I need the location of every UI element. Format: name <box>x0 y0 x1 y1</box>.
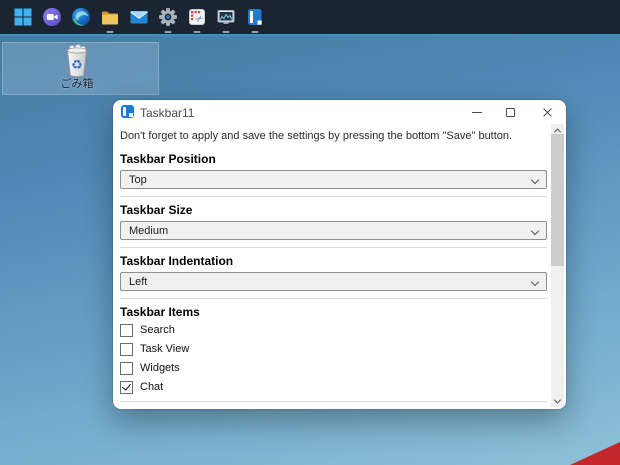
save-notice-text: Don't forget to apply and save the setti… <box>120 130 547 144</box>
running-indicator <box>164 31 171 34</box>
window-titlebar[interactable]: Taskbar11 <box>113 100 566 124</box>
recycle-bin-label: ごみ箱 <box>42 78 112 90</box>
search-checkbox-label: Search <box>140 324 175 336</box>
teams-chat-icon <box>42 7 62 27</box>
mail-button[interactable] <box>124 0 153 35</box>
recycle-bin-icon: ♻ <box>62 44 92 78</box>
minimize-button[interactable] <box>462 102 492 122</box>
file-explorer-icon <box>100 7 120 27</box>
file-explorer-button[interactable] <box>95 0 124 35</box>
checkbox-row-chat[interactable]: Chat <box>120 380 547 394</box>
section-heading-indentation: Taskbar Indentation <box>120 254 547 268</box>
window-content: Don't forget to apply and save the setti… <box>120 124 547 409</box>
snipping-tool-button[interactable]: ✂ <box>182 0 211 35</box>
start-button[interactable] <box>8 0 37 35</box>
taskbar11-app-button[interactable] <box>240 0 269 35</box>
indentation-dropdown[interactable]: Left <box>120 272 547 291</box>
maximize-button[interactable] <box>495 102 525 122</box>
settings-gear-icon <box>158 7 178 27</box>
recycle-bin[interactable]: ♻ ごみ箱 <box>42 44 112 90</box>
widgets-checkbox-label: Widgets <box>140 362 180 374</box>
position-value: Top <box>129 174 147 186</box>
divider <box>120 196 547 197</box>
widgets-checkbox[interactable] <box>120 362 133 375</box>
divider <box>120 298 547 299</box>
maximize-icon <box>506 108 515 117</box>
mail-icon <box>129 7 149 27</box>
running-indicator <box>251 31 258 34</box>
chevron-down-icon <box>554 396 561 403</box>
window-title: Taskbar11 <box>140 106 194 120</box>
task-view-checkbox[interactable] <box>120 343 133 356</box>
section-heading-position: Taskbar Position <box>120 152 547 166</box>
scrollbar[interactable] <box>551 124 564 407</box>
chevron-down-icon <box>531 227 539 235</box>
taskbar: ✂ <box>0 0 620 36</box>
edge-icon <box>71 7 91 27</box>
settings-button[interactable] <box>153 0 182 35</box>
divider <box>120 401 547 402</box>
task-view-checkbox-label: Task View <box>140 343 189 355</box>
checkbox-row-search[interactable]: Search <box>120 323 547 337</box>
checkbox-row-widgets[interactable]: Widgets <box>120 361 547 375</box>
desktop: ✂ <box>0 0 620 465</box>
running-indicator <box>193 31 200 34</box>
close-icon <box>542 107 553 118</box>
section-heading-items: Taskbar Items <box>120 305 547 319</box>
chat-checkbox[interactable] <box>120 381 133 394</box>
size-value: Medium <box>129 225 168 237</box>
chevron-down-icon <box>531 278 539 286</box>
minimize-icon <box>472 112 482 113</box>
divider <box>120 247 547 248</box>
scrollbar-thumb[interactable] <box>551 134 564 266</box>
edge-button[interactable] <box>66 0 95 35</box>
position-dropdown[interactable]: Top <box>120 170 547 189</box>
window-app-icon <box>121 105 134 118</box>
running-indicator <box>222 31 229 34</box>
size-dropdown[interactable]: Medium <box>120 221 547 240</box>
checkmark-icon <box>122 381 131 390</box>
task-manager-icon <box>216 7 236 27</box>
close-button[interactable] <box>532 102 562 122</box>
taskbar11-app-icon <box>245 7 265 27</box>
svg-text:♻: ♻ <box>71 58 83 73</box>
recycle-bin-selection: ♻ ごみ箱 <box>2 42 159 95</box>
running-indicator <box>106 31 113 34</box>
chat-checkbox-label: Chat <box>140 381 163 393</box>
search-checkbox[interactable] <box>120 324 133 337</box>
scroll-down-button[interactable] <box>551 395 564 407</box>
task-manager-button[interactable] <box>211 0 240 35</box>
taskbar11-window: Taskbar11 Don't forget to apply and save… <box>113 100 566 409</box>
teams-chat-button[interactable] <box>37 0 66 35</box>
section-heading-size: Taskbar Size <box>120 203 547 217</box>
snipping-tool-icon: ✂ <box>187 7 207 27</box>
section-heading-corner-icons: Taskbar Corner Icons <box>120 408 547 409</box>
chevron-down-icon <box>531 176 539 184</box>
checkbox-row-task-view[interactable]: Task View <box>120 342 547 356</box>
indentation-value: Left <box>129 276 147 288</box>
wallpaper-red-accent <box>570 442 620 465</box>
start-icon <box>13 7 33 27</box>
